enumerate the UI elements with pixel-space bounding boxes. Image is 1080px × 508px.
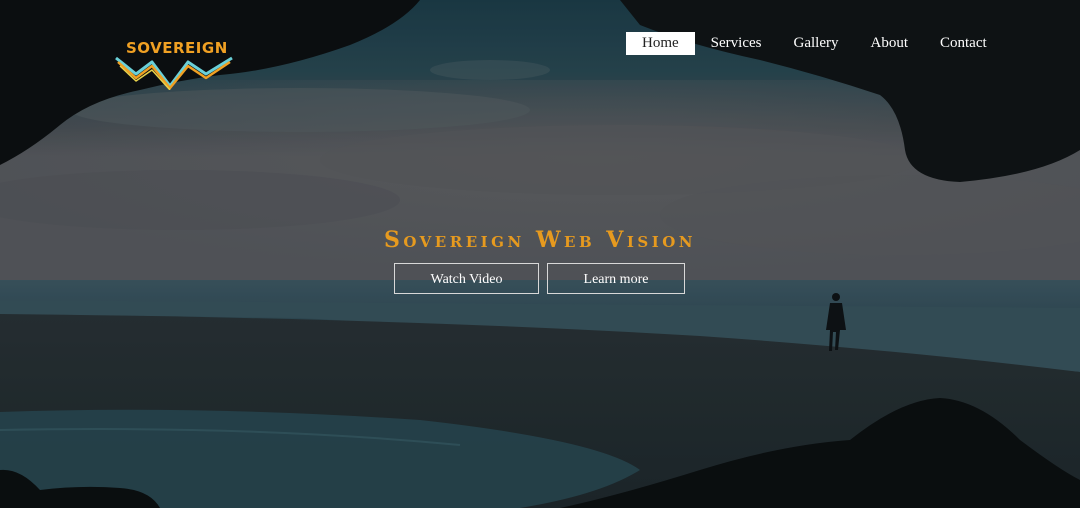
learn-more-button[interactable]: Learn more — [547, 263, 685, 294]
hero-section: SOVEREIGN Home Services Gallery About Co… — [0, 0, 1080, 508]
sovereign-logo[interactable]: SOVEREIGN — [114, 36, 238, 92]
logo-crown-icon — [115, 56, 233, 90]
main-nav: Home Services Gallery About Contact — [626, 32, 1003, 55]
nav-contact[interactable]: Contact — [924, 32, 1003, 55]
hero-title: Sovereign Web Vision — [383, 227, 697, 253]
nav-gallery[interactable]: Gallery — [778, 32, 855, 55]
nav-home[interactable]: Home — [626, 32, 695, 55]
watch-video-button[interactable]: Watch Video — [394, 263, 539, 294]
nav-about[interactable]: About — [854, 32, 924, 55]
nav-services[interactable]: Services — [695, 32, 778, 55]
